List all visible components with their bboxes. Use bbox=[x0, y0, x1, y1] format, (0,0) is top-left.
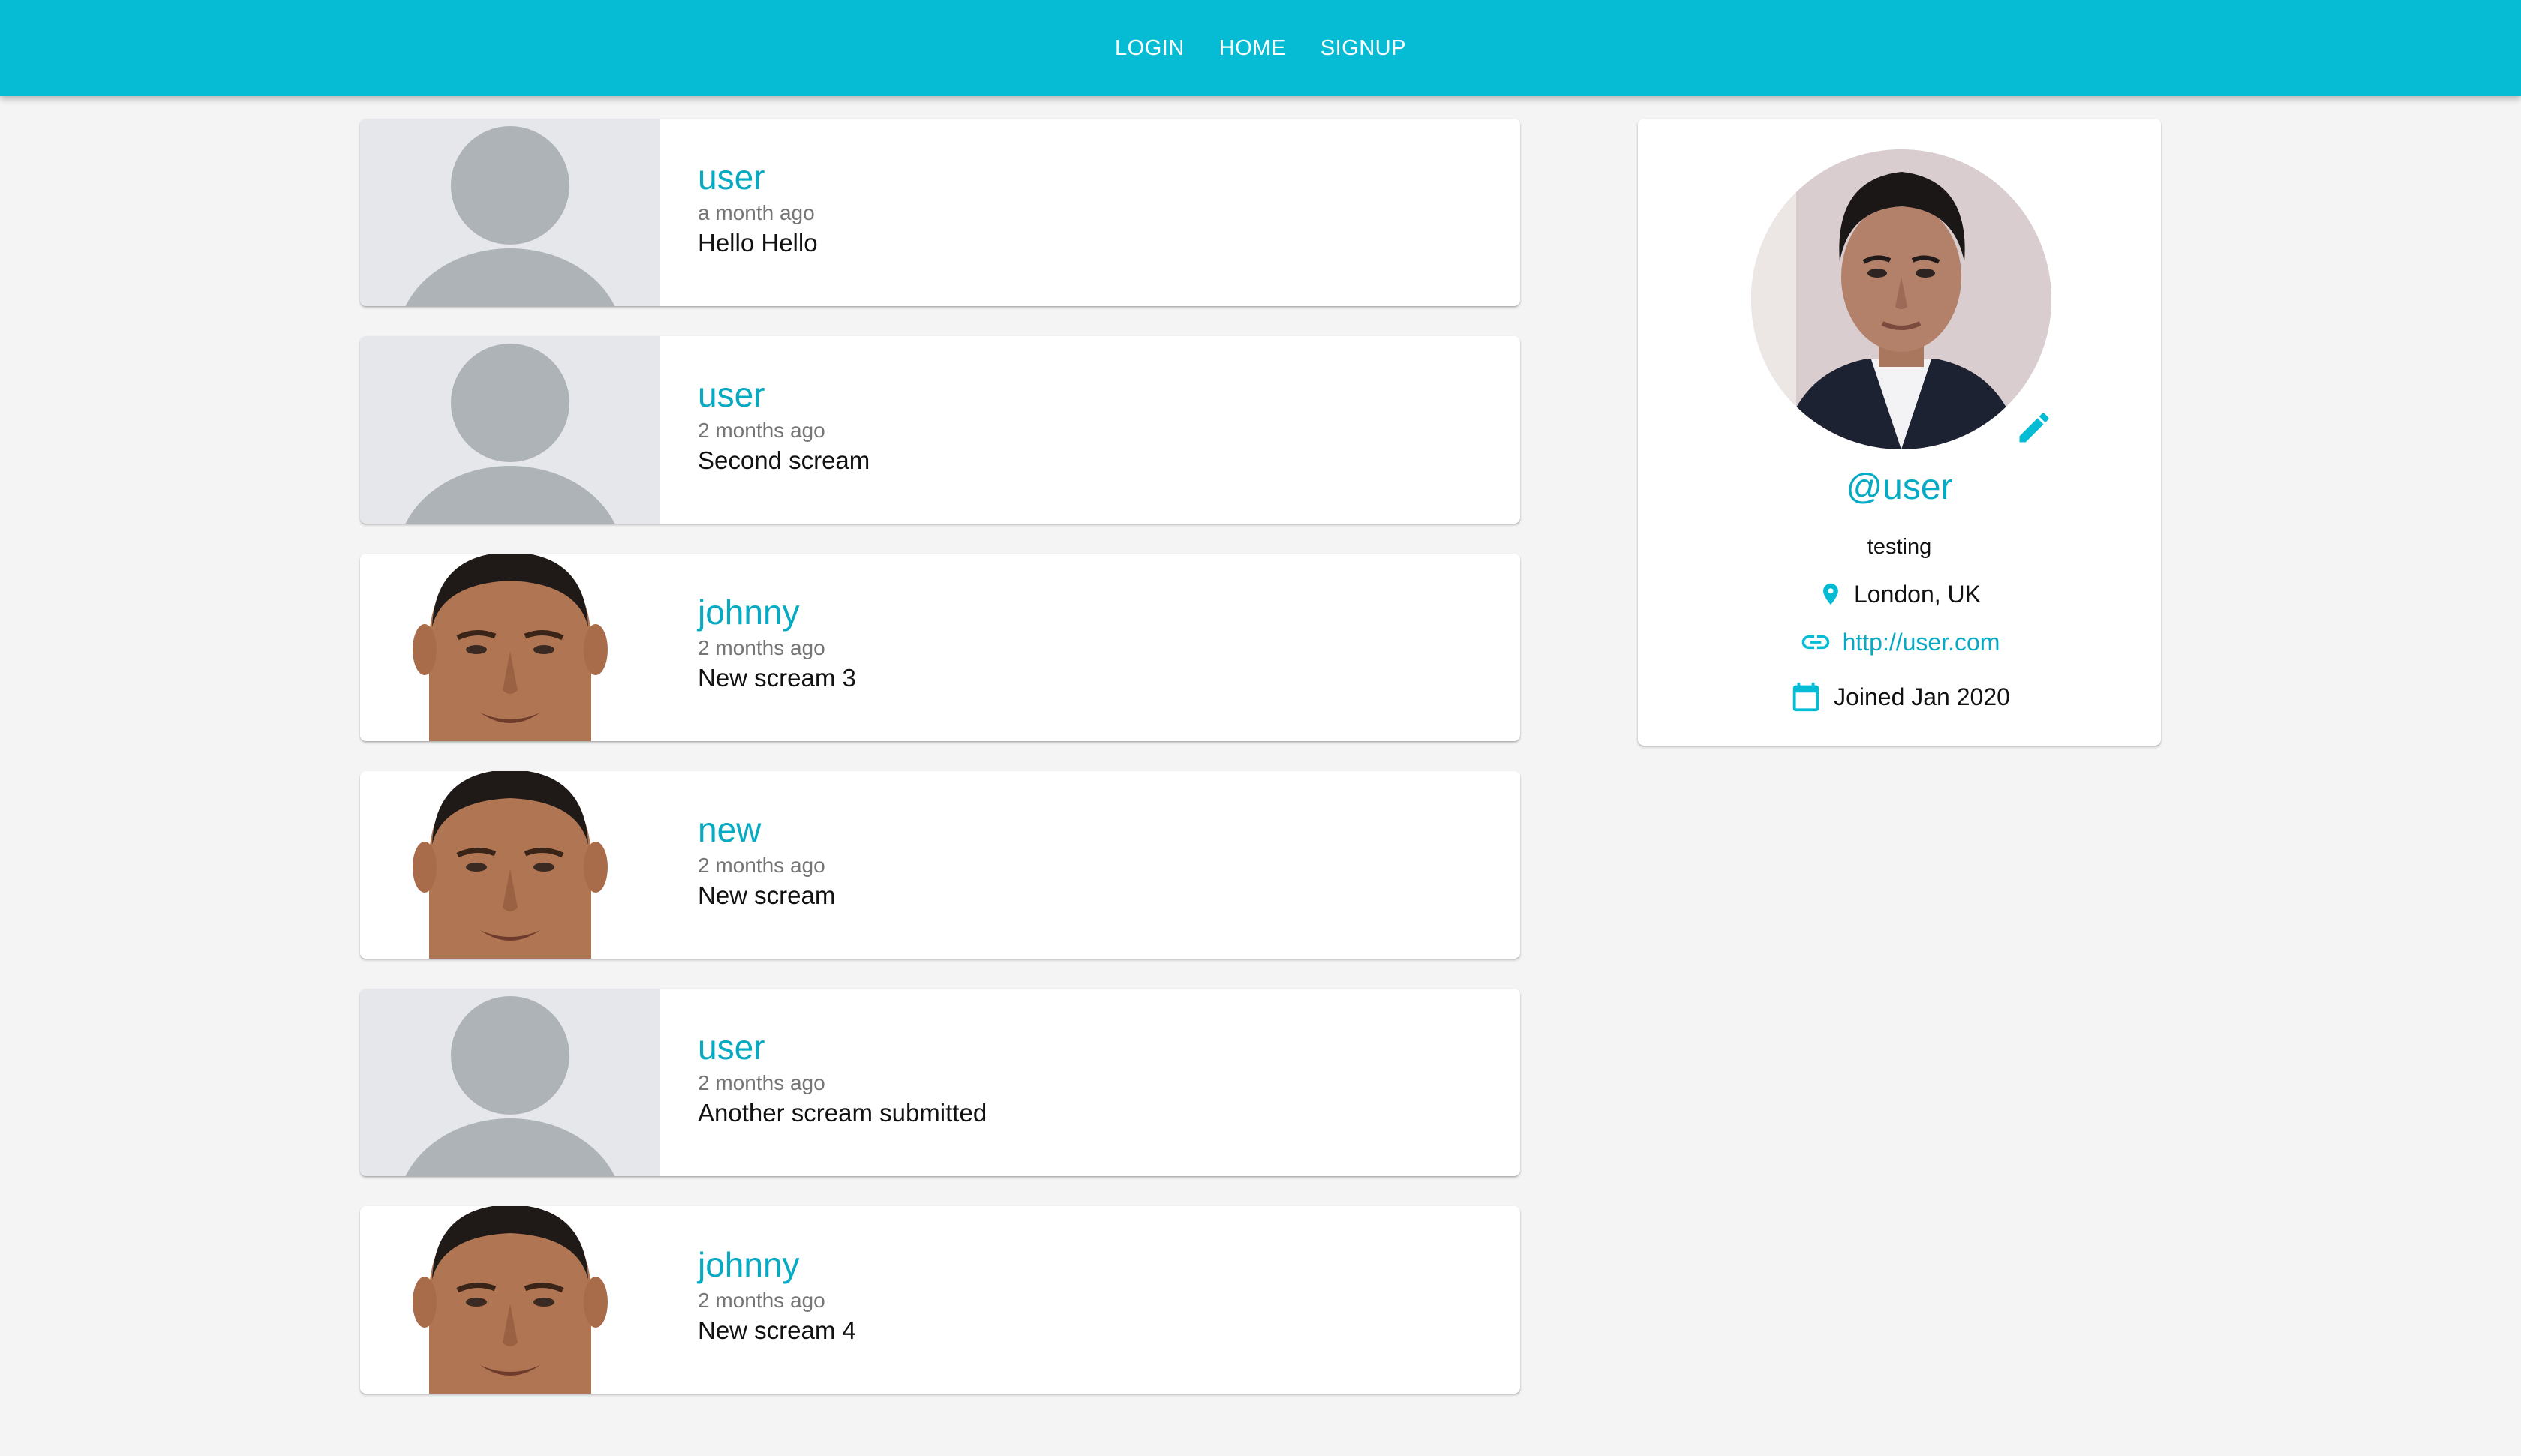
portrait-photo-icon bbox=[413, 1206, 608, 1394]
scream-content: johnny 2 months ago New scream 4 bbox=[660, 1206, 856, 1394]
scream-body: New scream bbox=[698, 881, 836, 909]
scream-content: user 2 months ago Another scream submitt… bbox=[660, 989, 987, 1176]
scream-card: johnny 2 months ago New scream 4 bbox=[360, 1206, 1520, 1394]
profile-location: London, UK bbox=[1638, 578, 2161, 611]
link-icon bbox=[1801, 635, 1829, 650]
scream-body: Second scream bbox=[698, 446, 870, 474]
profile-website: http://user.com bbox=[1638, 626, 2161, 659]
profile-joined-text: Joined Jan 2020 bbox=[1834, 683, 2010, 710]
profile-photo-icon bbox=[1751, 149, 2051, 449]
profile-avatar bbox=[1751, 149, 2051, 449]
profile-card: @user testing London, UK http://user.com… bbox=[1638, 119, 2161, 746]
scream-card: user 2 months ago Another scream submitt… bbox=[360, 989, 1520, 1176]
default-avatar-icon bbox=[405, 126, 615, 306]
profile-joined: Joined Jan 2020 bbox=[1638, 679, 2161, 715]
scream-user-handle-link[interactable]: user bbox=[698, 156, 818, 198]
default-avatar-icon bbox=[405, 344, 615, 524]
scream-user-image bbox=[360, 771, 660, 959]
scream-user-handle-link[interactable]: user bbox=[698, 374, 870, 416]
scream-list: user a month ago Hello Hello user 2 mont… bbox=[360, 119, 1520, 1424]
scream-content: new 2 months ago New scream bbox=[660, 771, 835, 959]
scream-card: johnny 2 months ago New scream 3 bbox=[360, 554, 1520, 741]
calendar-icon bbox=[1792, 682, 1819, 712]
scream-user-image bbox=[360, 554, 660, 741]
scream-body: New scream 4 bbox=[698, 1316, 856, 1344]
scream-body: New scream 3 bbox=[698, 664, 856, 692]
scream-card: new 2 months ago New scream bbox=[360, 771, 1520, 959]
nav-signup-button[interactable]: SIGNUP bbox=[1306, 27, 1420, 70]
profile-handle-link[interactable]: @user bbox=[1638, 465, 2161, 510]
scream-user-handle-link[interactable]: johnny bbox=[698, 591, 856, 633]
scream-user-image bbox=[360, 336, 660, 524]
location-pin-icon bbox=[1823, 583, 1838, 605]
scream-content: johnny 2 months ago New scream 3 bbox=[660, 554, 856, 741]
nav-login-button[interactable]: LOGIN bbox=[1101, 27, 1199, 70]
portrait-photo-icon bbox=[413, 554, 608, 741]
scream-user-image bbox=[360, 119, 660, 306]
scream-user-handle-link[interactable]: johnny bbox=[698, 1244, 856, 1286]
app-bar: LOGIN HOME SIGNUP bbox=[0, 0, 2521, 96]
scream-date: 2 months ago bbox=[698, 419, 825, 442]
scream-card: user a month ago Hello Hello bbox=[360, 119, 1520, 306]
scream-user-image bbox=[360, 1206, 660, 1394]
scream-date: a month ago bbox=[698, 201, 815, 224]
scream-date: 2 months ago bbox=[698, 1289, 825, 1312]
nav-home-button[interactable]: HOME bbox=[1205, 27, 1300, 70]
pencil-icon[interactable] bbox=[2015, 408, 2054, 447]
scream-card: user 2 months ago Second scream bbox=[360, 336, 1520, 524]
profile-website-link[interactable]: http://user.com bbox=[1843, 626, 2000, 659]
scream-user-handle-link[interactable]: new bbox=[698, 809, 835, 851]
profile-bio: testing bbox=[1867, 535, 1932, 559]
scream-date: 2 months ago bbox=[698, 1071, 825, 1094]
profile-location-text: London, UK bbox=[1853, 581, 1981, 608]
scream-date: 2 months ago bbox=[698, 636, 825, 659]
default-avatar-icon bbox=[405, 996, 615, 1176]
scream-content: user 2 months ago Second scream bbox=[660, 336, 870, 524]
scream-user-image bbox=[360, 989, 660, 1176]
scream-user-handle-link[interactable]: user bbox=[698, 1026, 987, 1068]
portrait-photo-icon bbox=[413, 771, 608, 959]
scream-date: 2 months ago bbox=[698, 854, 825, 877]
scream-body: Hello Hello bbox=[698, 229, 818, 257]
scream-content: user a month ago Hello Hello bbox=[660, 119, 818, 306]
scream-body: Another scream submitted bbox=[698, 1099, 987, 1127]
